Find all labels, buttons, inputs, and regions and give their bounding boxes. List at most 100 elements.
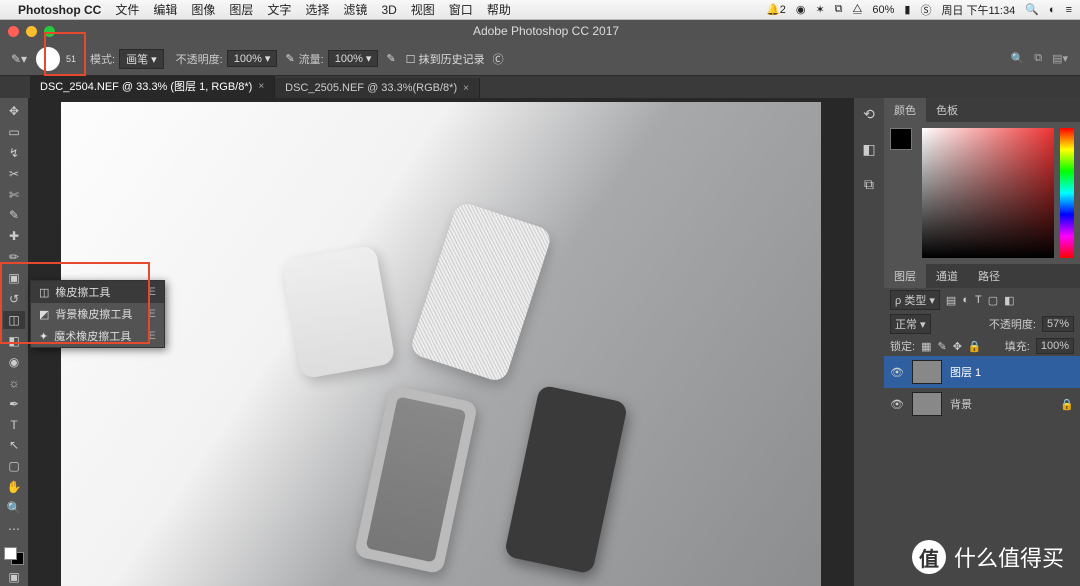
spotlight-icon[interactable]: 🔍 xyxy=(1025,3,1039,16)
notif-badge[interactable]: 🔔2 xyxy=(766,3,786,16)
lock-pixels-icon[interactable]: ✎ xyxy=(937,340,946,353)
visibility-icon[interactable]: 👁 xyxy=(890,398,904,411)
close-tab-icon[interactable]: × xyxy=(258,81,264,92)
tab-channels[interactable]: 通道 xyxy=(926,264,968,288)
edit-toolbar-icon[interactable]: ⋯ xyxy=(3,520,25,538)
healing-tool-icon[interactable]: ✚ xyxy=(3,227,25,245)
close-button[interactable] xyxy=(8,26,19,37)
quick-select-tool-icon[interactable]: ✂ xyxy=(3,165,25,183)
menu-3d[interactable]: 3D xyxy=(381,3,396,17)
blend-mode-select[interactable]: 正常 ▾ xyxy=(890,314,931,334)
input-source-icon[interactable]: Ⓢ xyxy=(920,2,931,18)
layer-filter-select[interactable]: ρ 类型 ▾ xyxy=(890,290,940,310)
layer-opacity-input[interactable]: 57% xyxy=(1042,316,1074,332)
wifi-icon[interactable]: ⧋ xyxy=(853,3,863,16)
menu-help[interactable]: 帮助 xyxy=(487,1,511,18)
layer-row[interactable]: 👁 图层 1 xyxy=(884,356,1080,388)
libraries-panel-icon[interactable]: ⧉ xyxy=(864,176,874,193)
filter-shape-icon[interactable]: ▢ xyxy=(988,294,998,307)
display-icon[interactable]: ⧉ xyxy=(835,3,843,16)
siri-icon[interactable]: ◐ xyxy=(1049,4,1056,16)
flow-input[interactable]: 100% ▾ xyxy=(328,50,379,67)
zoom-tool-icon[interactable]: 🔍 xyxy=(3,499,25,517)
menu-filter[interactable]: 滤镜 xyxy=(343,1,367,18)
opacity-input[interactable]: 100% ▾ xyxy=(227,50,278,67)
screen-mode-icon[interactable]: ▣ xyxy=(3,568,25,586)
menu-view[interactable]: 视图 xyxy=(411,1,435,18)
fg-color-swatch[interactable] xyxy=(4,547,17,560)
document-canvas[interactable] xyxy=(61,102,821,586)
hand-tool-icon[interactable]: ✋ xyxy=(3,478,25,496)
filter-type-icon[interactable]: T xyxy=(975,294,982,306)
history-brush-tool-icon[interactable]: ↺ xyxy=(3,290,25,308)
panel-color-swatch[interactable] xyxy=(890,128,912,150)
hue-slider[interactable] xyxy=(1060,128,1074,258)
menu-edit[interactable]: 编辑 xyxy=(153,1,177,18)
airbrush-icon[interactable]: ✎ xyxy=(386,52,395,65)
layer-row[interactable]: 👁 背景 🔒 xyxy=(884,388,1080,420)
flyout-item-eraser[interactable]: ◫ 橡皮擦工具 E xyxy=(31,281,164,303)
shape-tool-icon[interactable]: ▢ xyxy=(3,457,25,475)
workspace-icon[interactable]: ▤▾ xyxy=(1052,52,1068,65)
marquee-tool-icon[interactable]: ▭ xyxy=(3,123,25,141)
search-icon[interactable]: 🔍 xyxy=(1011,52,1025,65)
history-panel-icon[interactable]: ⟲ xyxy=(863,106,875,123)
menu-file[interactable]: 文件 xyxy=(115,1,139,18)
menu-layer[interactable]: 图层 xyxy=(229,1,253,18)
menu-select[interactable]: 选择 xyxy=(305,1,329,18)
visibility-icon[interactable]: 👁 xyxy=(890,366,904,379)
tool-preset-icon[interactable]: ✎▾ xyxy=(8,49,30,69)
zoom-button[interactable] xyxy=(44,26,55,37)
filter-smart-icon[interactable]: ◧ xyxy=(1004,294,1014,307)
app-name[interactable]: Photoshop CC xyxy=(18,3,101,17)
lock-position-icon[interactable]: ✥ xyxy=(953,340,962,353)
gradient-tool-icon[interactable]: ◧ xyxy=(3,332,25,350)
close-tab-icon[interactable]: × xyxy=(463,83,469,94)
document-tab[interactable]: DSC_2505.NEF @ 33.3%(RGB/8*) × xyxy=(275,78,480,98)
move-tool-icon[interactable]: ✥ xyxy=(3,102,25,120)
pressure-opacity-icon[interactable]: ✎ xyxy=(285,52,294,65)
properties-panel-icon[interactable]: ◧ xyxy=(862,141,875,158)
tab-layers[interactable]: 图层 xyxy=(884,264,926,288)
brush-preview[interactable] xyxy=(36,47,60,71)
crop-tool-icon[interactable]: ✄ xyxy=(3,186,25,204)
menu-type[interactable]: 文字 xyxy=(267,1,291,18)
tab-paths[interactable]: 路径 xyxy=(968,264,1010,288)
clock[interactable]: 周日 下午11:34 xyxy=(941,2,1015,18)
tab-color[interactable]: 颜色 xyxy=(884,98,926,122)
tab-swatches[interactable]: 色板 xyxy=(926,98,968,122)
notif-center-icon[interactable]: ≡ xyxy=(1066,4,1072,16)
pressure-size-icon[interactable]: Ⓒ xyxy=(493,51,504,67)
eyedropper-tool-icon[interactable]: ✎ xyxy=(3,207,25,225)
menu-window[interactable]: 窗口 xyxy=(449,1,473,18)
layer-thumbnail[interactable] xyxy=(912,392,942,416)
blur-tool-icon[interactable]: ◉ xyxy=(3,353,25,371)
document-tab[interactable]: DSC_2504.NEF @ 33.3% (图层 1, RGB/8*) × xyxy=(30,74,275,98)
lasso-tool-icon[interactable]: ↯ xyxy=(3,144,25,162)
dodge-tool-icon[interactable]: ☼ xyxy=(3,374,25,392)
layer-thumbnail[interactable] xyxy=(912,360,942,384)
erase-history-checkbox[interactable]: ☐ 抹到历史记录 xyxy=(406,51,485,67)
stamp-tool-icon[interactable]: ▣ xyxy=(3,269,25,287)
layer-name[interactable]: 背景 xyxy=(950,396,972,412)
share-icon[interactable]: ⧉ xyxy=(1034,52,1042,65)
pen-tool-icon[interactable]: ✒ xyxy=(3,395,25,413)
lock-transparency-icon[interactable]: ▦ xyxy=(921,340,931,353)
color-swatches[interactable] xyxy=(4,547,24,565)
fill-input[interactable]: 100% xyxy=(1036,338,1074,354)
layer-name[interactable]: 图层 1 xyxy=(950,364,981,380)
eraser-tool-icon[interactable]: ◫ xyxy=(3,311,25,329)
path-select-tool-icon[interactable]: ↖ xyxy=(3,437,25,455)
filter-pixel-icon[interactable]: ▤ xyxy=(946,294,956,307)
cc-icon[interactable]: ◉ xyxy=(796,3,806,16)
filter-adjust-icon[interactable]: ◐ xyxy=(962,294,969,306)
battery-indicator[interactable]: 60% xyxy=(872,4,894,16)
lock-all-icon[interactable]: 🔒 xyxy=(968,340,982,353)
minimize-button[interactable] xyxy=(26,26,37,37)
type-tool-icon[interactable]: T xyxy=(3,416,25,434)
mode-select[interactable]: 画笔 ▾ xyxy=(119,49,164,69)
menu-image[interactable]: 图像 xyxy=(191,1,215,18)
flyout-item-bg-eraser[interactable]: ◩ 背景橡皮擦工具 E xyxy=(31,303,164,325)
brush-tool-icon[interactable]: ✏ xyxy=(3,248,25,266)
flyout-item-magic-eraser[interactable]: ✦ 魔术橡皮擦工具 E xyxy=(31,325,164,347)
